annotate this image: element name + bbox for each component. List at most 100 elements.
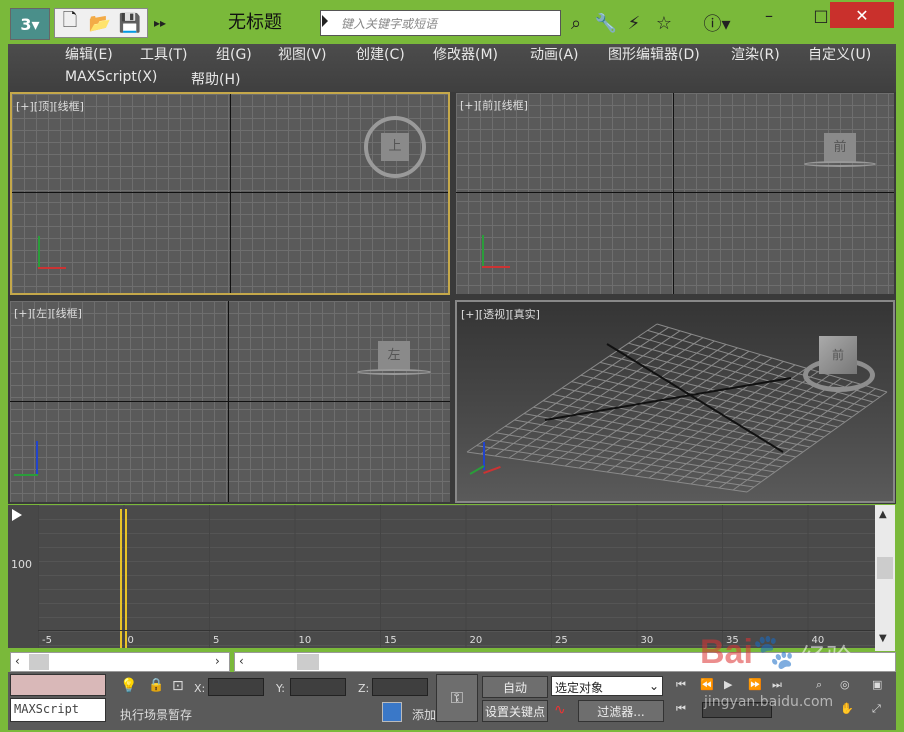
menu-bar: 编辑(E) 工具(T) 组(G) 视图(V) 创建(C) 修改器(M) 动画(A…: [8, 44, 896, 92]
search-input[interactable]: 键入关键字或短语: [320, 10, 561, 36]
time-ruler-tick: 0: [127, 635, 134, 646]
menu-graph-editors[interactable]: 图形编辑器(D): [608, 44, 700, 66]
add-time-tag-label: 添加: [412, 708, 437, 722]
y-coordinate-field[interactable]: [290, 678, 346, 696]
viewport-top[interactable]: [+][顶][线框] 上: [10, 92, 450, 295]
set-key-icon-button[interactable]: ⚿: [436, 674, 478, 722]
3ds-logo-icon: 3▾: [20, 14, 40, 34]
time-slider-marker[interactable]: [120, 509, 122, 648]
track-vertical-scrollbar[interactable]: ▲ ▼: [875, 505, 895, 651]
save-icon[interactable]: 💾: [118, 12, 142, 34]
key-filters-button[interactable]: 过滤器...: [578, 700, 664, 722]
selection-set-value: 选定对象: [555, 681, 604, 695]
time-ruler-tick: 5: [213, 635, 220, 646]
grid-axis-y: [230, 94, 231, 293]
absolute-mode-icon[interactable]: ⊡: [172, 678, 184, 694]
play-arrow-icon[interactable]: [12, 509, 22, 521]
menu-help[interactable]: 帮助(H): [191, 69, 240, 91]
viewcube-label: 上: [388, 139, 402, 154]
viewport-grid: [456, 93, 894, 294]
lightbulb-icon[interactable]: 💡: [120, 678, 137, 694]
z-label: Z:: [358, 682, 370, 695]
menu-edit[interactable]: 编辑(E): [65, 44, 113, 66]
time-ruler-tick: 25: [555, 635, 568, 646]
menu-tools[interactable]: 工具(T): [140, 44, 187, 66]
viewport-label[interactable]: [+][左][线框]: [14, 305, 82, 321]
time-slider-marker[interactable]: [125, 509, 127, 648]
binoculars-icon[interactable]: ⌕: [564, 12, 588, 34]
viewcube[interactable]: 前: [824, 133, 856, 163]
grid-axis-x: [456, 192, 894, 193]
close-button[interactable]: ✕: [830, 2, 894, 28]
scroll-thumb[interactable]: [29, 654, 49, 670]
z-coordinate-field[interactable]: [372, 678, 428, 696]
menu-maxscript[interactable]: MAXScript(X): [65, 69, 157, 91]
status-text: 执行场景暂存: [120, 708, 193, 722]
minimize-button[interactable]: –: [754, 2, 784, 28]
menu-views[interactable]: 视图(V): [278, 44, 327, 66]
maxscript-label: MAXScript: [14, 702, 80, 716]
viewcube[interactable]: 左: [378, 341, 410, 371]
viewcube-ring[interactable]: [357, 369, 431, 375]
viewcube-label: 前: [833, 140, 847, 155]
viewport-perspective[interactable]: [+][透视][真实] 前: [455, 300, 895, 503]
baidu-watermark: Bai🐾 经验 jingyan.baidu.com: [700, 633, 853, 710]
wrench-icon[interactable]: 🔧: [594, 12, 618, 34]
maxscript-listener-output[interactable]: [10, 674, 106, 696]
maxscript-input[interactable]: MAXScript: [10, 698, 106, 722]
viewport-left[interactable]: [+][左][线框] 左: [10, 301, 450, 502]
lock-icon[interactable]: 🔒: [148, 678, 164, 693]
menu-rendering[interactable]: 渲染(R): [731, 44, 780, 66]
track-bar[interactable]: 100 -5 0 5 10 15 20 25 30 35 40: [8, 505, 876, 648]
viewcube-ring[interactable]: [804, 161, 876, 167]
menu-modifiers[interactable]: 修改器(M): [433, 44, 498, 66]
scroll-thumb[interactable]: [297, 654, 319, 670]
grid-axis-z: [228, 301, 229, 502]
left-horizontal-scrollbar[interactable]: ‹ ›: [10, 652, 230, 672]
more-tools-icon[interactable]: ▸▸: [148, 12, 172, 34]
go-to-start-icon[interactable]: ⏮: [676, 678, 686, 692]
star-icon[interactable]: ☆: [652, 12, 676, 34]
time-ruler-tick: 10: [298, 635, 312, 646]
open-folder-icon[interactable]: 📂: [88, 12, 112, 34]
axis-tripod-icon: [482, 235, 512, 269]
new-file-icon[interactable]: 🗋: [58, 10, 82, 34]
time-ruler-tick: 15: [384, 635, 397, 646]
key-mode-curve-icon[interactable]: ∿: [554, 702, 566, 718]
menu-group[interactable]: 组(G): [216, 44, 252, 66]
search-arrow-icon[interactable]: [322, 15, 328, 27]
time-ruler-tick: 30: [640, 635, 654, 646]
add-time-tag-icon[interactable]: [382, 702, 402, 722]
app-menu-button[interactable]: 3▾: [10, 8, 50, 40]
viewport-label[interactable]: [+][前][线框]: [460, 97, 528, 113]
menu-create[interactable]: 创建(C): [356, 44, 405, 66]
auto-key-button[interactable]: 自动: [482, 676, 548, 698]
menu-animation[interactable]: 动画(A): [530, 44, 579, 66]
viewcube[interactable]: 前: [819, 336, 857, 374]
viewcube-label: 左: [387, 348, 401, 363]
chevron-down-icon: ⌄: [648, 679, 659, 693]
menu-customize[interactable]: 自定义(U): [808, 44, 871, 66]
viewport-label[interactable]: [+][顶][线框]: [16, 98, 84, 114]
key-mode-icon[interactable]: ⏮: [676, 702, 686, 716]
axis-tripod-icon: [14, 441, 44, 477]
x-label: X:: [194, 682, 206, 695]
track-curve-area[interactable]: [38, 505, 876, 648]
set-key-button[interactable]: 设置关键点: [482, 700, 548, 722]
selection-set-dropdown[interactable]: 选定对象 ⌄: [551, 676, 663, 696]
time-ruler-tick: -5: [42, 635, 52, 646]
perspective-grid: [466, 323, 888, 493]
grid-axis-z: [673, 93, 674, 294]
satellite-icon[interactable]: ⚡: [622, 12, 646, 34]
axis-tripod-icon: [38, 236, 68, 270]
viewcube[interactable]: 上: [381, 133, 409, 161]
help-icon[interactable]: ⓘ▾: [698, 12, 736, 35]
y-label: Y:: [276, 682, 285, 695]
axis-tripod-icon: [465, 442, 505, 478]
scroll-thumb[interactable]: [877, 557, 893, 579]
grid-axis-y: [10, 401, 450, 402]
key-icon: ⚿: [450, 688, 464, 707]
viewport-front[interactable]: [+][前][线框] 前: [456, 93, 894, 294]
watermark-url: jingyan.baidu.com: [704, 694, 834, 710]
x-coordinate-field[interactable]: [208, 678, 264, 696]
